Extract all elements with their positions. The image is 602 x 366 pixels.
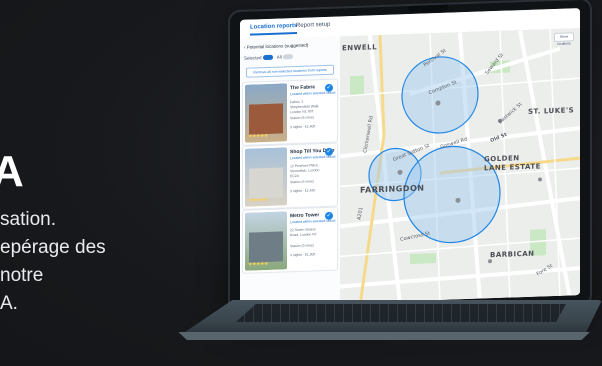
back-link[interactable]: ‹ Potential locations (suggested) [244, 43, 308, 50]
map-canvas [340, 28, 580, 304]
location-price: 4 nights · £1,300 [290, 252, 316, 258]
hero-heading-fragment: A [0, 147, 24, 196]
location-photo: ★★★★★ [245, 83, 287, 143]
location-card[interactable]: ★★★★★ Metro Tower Located within selecte… [242, 206, 338, 274]
location-price: 3 nights · £1,420 [290, 188, 316, 194]
show-locations-button[interactable]: Show locations [554, 32, 574, 46]
location-title: The Fabric [290, 84, 316, 92]
locations-panel: ‹ Potential locations (suggested) Select… [240, 36, 341, 307]
selected-toggle[interactable] [262, 55, 273, 61]
remove-non-selected-button[interactable]: Remove all non-selected locations from r… [246, 64, 334, 78]
area-label: ST. LUKE'S [528, 106, 575, 116]
area-label: GOLDEN [484, 154, 520, 164]
park-area [410, 253, 436, 264]
map-view[interactable]: ENWELL ST. LUKE'S GOLDEN LANE ESTATE FAR… [340, 28, 580, 304]
hero-copy-line: notre [0, 265, 44, 286]
location-card[interactable]: ★★★★★ Shop Till You Drop Located within … [242, 142, 338, 210]
location-price: 3 nights · £1,400 [290, 124, 316, 130]
area-label: BARBICAN [490, 249, 535, 260]
selection-toggle-row: Selected All [244, 54, 296, 61]
area-label: ENWELL [342, 43, 378, 53]
hero-copy-line: A. [0, 293, 18, 314]
location-title: Metro Tower [290, 212, 320, 220]
back-link-label: Potential locations (suggested) [246, 42, 309, 50]
hero-copy-line: sation. [0, 209, 56, 230]
rating-stars: ★★★★★ [248, 132, 268, 140]
camera-notch [408, 4, 448, 14]
laptop-front-edge [178, 332, 590, 340]
location-card[interactable]: ★★★★★ The Fabric Located within selected… [242, 78, 338, 146]
toggle-selected-label: Selected [244, 55, 262, 61]
hero-section: A sation. epérage des notre A. Location … [0, 0, 602, 366]
location-address: 12 Pershore Place, Shoreditch, London EC… [290, 163, 320, 179]
location-meta: Station (6 mins) [290, 115, 314, 121]
tab-location-reports[interactable]: Location reports [250, 23, 297, 31]
rating-stars: ★★★★★ [248, 260, 268, 268]
toggle-all-label: All [276, 54, 282, 60]
rating-stars: ★★★★★ [248, 196, 268, 204]
laptop-mockup: Location reports Report setup ‹ Potentia… [150, 0, 602, 366]
location-address: Fabric, 1 Shepherdess Walk, London N1 7B… [290, 99, 320, 115]
location-meta: Station (3 mins) [290, 243, 314, 249]
app-screen: Location reports Report setup ‹ Potentia… [240, 8, 580, 307]
laptop-lid: Location reports Report setup ‹ Potentia… [230, 0, 590, 318]
laptop-base [156, 300, 602, 344]
location-address: 22 Seven Sisters Road, London N7 [290, 227, 317, 238]
park-area [350, 75, 364, 97]
tab-report-setup[interactable]: Report setup [296, 22, 330, 29]
location-photo: ★★★★★ [245, 211, 287, 271]
keyboard [236, 304, 566, 322]
hero-copy: sation. epérage des notre A. [0, 206, 106, 318]
location-meta: Station (4 mins) [290, 179, 314, 185]
all-toggle[interactable] [283, 54, 294, 60]
location-photo: ★★★★★ [245, 147, 287, 207]
hero-copy-line: epérage des [0, 237, 106, 258]
